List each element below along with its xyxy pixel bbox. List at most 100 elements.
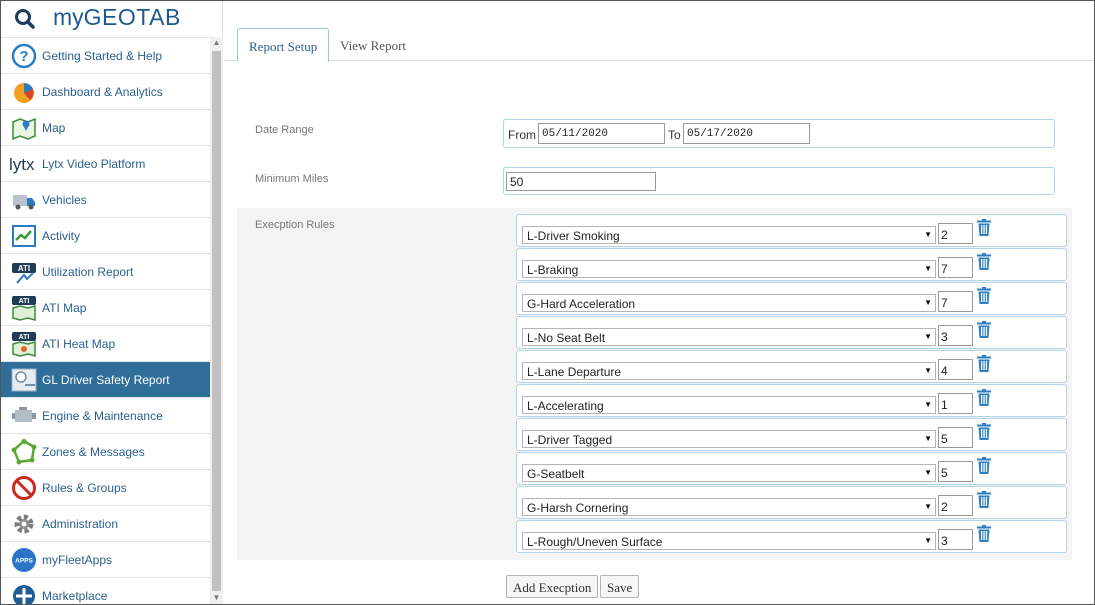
main-content: Report Setup View Report Date Range From…	[224, 1, 1094, 604]
exception-rule-count-input[interactable]: 4	[938, 359, 973, 380]
min-miles-label: Minimum Miles	[255, 173, 329, 185]
sidebar-item-label: Zones & Messages	[42, 445, 145, 459]
exception-rule-count-input[interactable]: 7	[938, 257, 973, 278]
exception-rule-name: L-Braking	[527, 263, 579, 277]
sidebar-item-map[interactable]: Map	[1, 109, 210, 145]
exception-rule-name: G-Hard Acceleration	[527, 297, 636, 311]
sidebar: myGEOTAB ? Getting Started & Help Dashbo…	[1, 1, 223, 604]
from-date-input[interactable]: 05/11/2020	[538, 123, 665, 144]
trash-icon[interactable]	[977, 491, 991, 508]
pie-chart-icon	[14, 83, 34, 103]
sidebar-item-ati-map[interactable]: ATI ATI Map	[1, 289, 210, 325]
add-exception-button[interactable]: Add Execption	[506, 575, 599, 598]
trash-icon[interactable]	[977, 287, 991, 304]
dropdown-caret-icon: ▼	[924, 468, 932, 477]
exception-rules-panel: Execption Rules L-Driver Smoking ▼ 2 L-Brak…	[237, 208, 1072, 560]
min-miles-box: 50	[503, 167, 1055, 195]
exception-rule-select[interactable]: L-No Seat Belt ▼	[522, 328, 936, 346]
dropdown-caret-icon: ▼	[924, 264, 932, 273]
search-icon[interactable]	[14, 8, 36, 30]
trash-icon[interactable]	[977, 321, 991, 338]
min-miles-input[interactable]: 50	[506, 172, 656, 191]
sidebar-item-label: GL Driver Safety Report	[42, 373, 170, 387]
trash-icon[interactable]	[977, 457, 991, 474]
sidebar-item-administration[interactable]: Administration	[1, 505, 210, 541]
logo-bar: myGEOTAB	[1, 1, 223, 37]
trash-icon[interactable]	[977, 219, 991, 236]
sidebar-item-utilization[interactable]: ATI Utilization Report	[1, 253, 210, 289]
tab-report-setup[interactable]: Report Setup	[237, 28, 330, 62]
sidebar-item-dashboard[interactable]: Dashboard & Analytics	[1, 73, 210, 109]
exception-rule-select[interactable]: L-Braking ▼	[522, 260, 936, 278]
sidebar-item-gl-driver-safety[interactable]: GL Driver Safety Report	[1, 361, 210, 397]
sidebar-item-label: Dashboard & Analytics	[42, 85, 163, 99]
trash-icon[interactable]	[977, 253, 991, 270]
sidebar-item-label: Lytx Video Platform	[42, 157, 146, 171]
exception-rule-row: G-Harsh Cornering ▼ 2	[516, 486, 1067, 519]
exception-rule-count-input[interactable]: 2	[938, 495, 973, 516]
sidebar-item-label: ATI Map	[42, 301, 87, 315]
activity-chart-icon	[12, 225, 36, 247]
truck-icon	[13, 195, 35, 210]
scroll-thumb[interactable]	[212, 51, 221, 591]
exception-rule-select[interactable]: L-Accelerating ▼	[522, 396, 936, 414]
svg-text:lytx: lytx	[9, 155, 35, 174]
ati-map-icon: ATI	[12, 296, 36, 321]
exception-rule-select[interactable]: L-Lane Departure ▼	[522, 362, 936, 380]
exception-rule-count-input[interactable]: 3	[938, 325, 973, 346]
sidebar-item-activity[interactable]: Activity	[1, 217, 210, 253]
exception-rule-count-input[interactable]: 5	[938, 461, 973, 482]
sidebar-item-rules[interactable]: Rules & Groups	[1, 469, 210, 505]
sidebar-item-vehicles[interactable]: Vehicles	[1, 181, 210, 217]
exception-rule-select[interactable]: L-Driver Tagged ▼	[522, 430, 936, 448]
date-range-box: From 05/11/2020 To 05/17/2020	[503, 119, 1055, 148]
trash-icon[interactable]	[977, 525, 991, 542]
exception-rule-select[interactable]: G-Seatbelt ▼	[522, 464, 936, 482]
zones-icon	[11, 439, 37, 465]
sidebar-item-label: Map	[42, 121, 66, 135]
from-label: From	[508, 128, 536, 142]
sidebar-item-label: Marketplace	[42, 589, 108, 603]
sidebar-item-zones[interactable]: Zones & Messages	[1, 433, 210, 469]
exception-rule-count-input[interactable]: 3	[938, 529, 973, 550]
dropdown-caret-icon: ▼	[924, 298, 932, 307]
sidebar-item-label: Activity	[42, 229, 81, 243]
trash-icon[interactable]	[977, 355, 991, 372]
exception-rule-select[interactable]: L-Driver Smoking ▼	[522, 226, 936, 244]
exception-rule-count-input[interactable]: 5	[938, 427, 973, 448]
exception-rule-select[interactable]: L-Rough/Uneven Surface ▼	[522, 532, 936, 550]
sidebar-item-label: Utilization Report	[42, 265, 134, 279]
sidebar-item-marketplace[interactable]: Marketplace	[1, 577, 210, 604]
sidebar-item-lytx[interactable]: lytx Lytx Video Platform	[1, 145, 210, 181]
scroll-down-icon[interactable]: ▼	[210, 592, 223, 604]
exception-rule-select[interactable]: G-Hard Acceleration ▼	[522, 294, 936, 312]
sidebar-item-myfleetapps[interactable]: APPS myFleetApps	[1, 541, 210, 577]
save-button[interactable]: Save	[600, 575, 640, 598]
trash-icon[interactable]	[977, 389, 991, 406]
exception-rule-count-input[interactable]: 7	[938, 291, 973, 312]
sidebar-item-getting-started[interactable]: ? Getting Started & Help	[1, 37, 210, 73]
exception-rule-name: G-Harsh Cornering	[527, 501, 629, 515]
scroll-up-icon[interactable]: ▲	[210, 37, 223, 49]
sidebar-scrollbar[interactable]: ▲ ▼	[210, 37, 223, 604]
trash-icon[interactable]	[977, 423, 991, 440]
rules-icon	[12, 476, 36, 500]
sidebar-item-label: ATI Heat Map	[42, 337, 116, 351]
mygeotab-logo[interactable]: myGEOTAB	[53, 4, 181, 31]
svg-text:ATI: ATI	[19, 334, 30, 341]
exception-rule-count-input[interactable]: 2	[938, 223, 973, 244]
exception-rule-row: L-Braking ▼ 7	[516, 248, 1067, 281]
exception-rule-select[interactable]: G-Harsh Cornering ▼	[522, 498, 936, 516]
marketplace-icon	[13, 585, 35, 604]
apps-icon: APPS	[12, 548, 36, 572]
tab-view-report[interactable]: View Report	[329, 28, 417, 62]
to-date-input[interactable]: 05/17/2020	[683, 123, 810, 144]
sidebar-item-ati-heat-map[interactable]: ATI ATI Heat Map	[1, 325, 210, 361]
svg-text:APPS: APPS	[15, 558, 33, 565]
exception-rule-count-input[interactable]: 1	[938, 393, 973, 414]
lytx-logo-icon: lytx	[9, 155, 35, 174]
sidebar-item-engine[interactable]: Engine & Maintenance	[1, 397, 210, 433]
dropdown-caret-icon: ▼	[924, 400, 932, 409]
sidebar-item-label: Getting Started & Help	[42, 49, 163, 63]
driver-safety-icon	[11, 368, 37, 392]
